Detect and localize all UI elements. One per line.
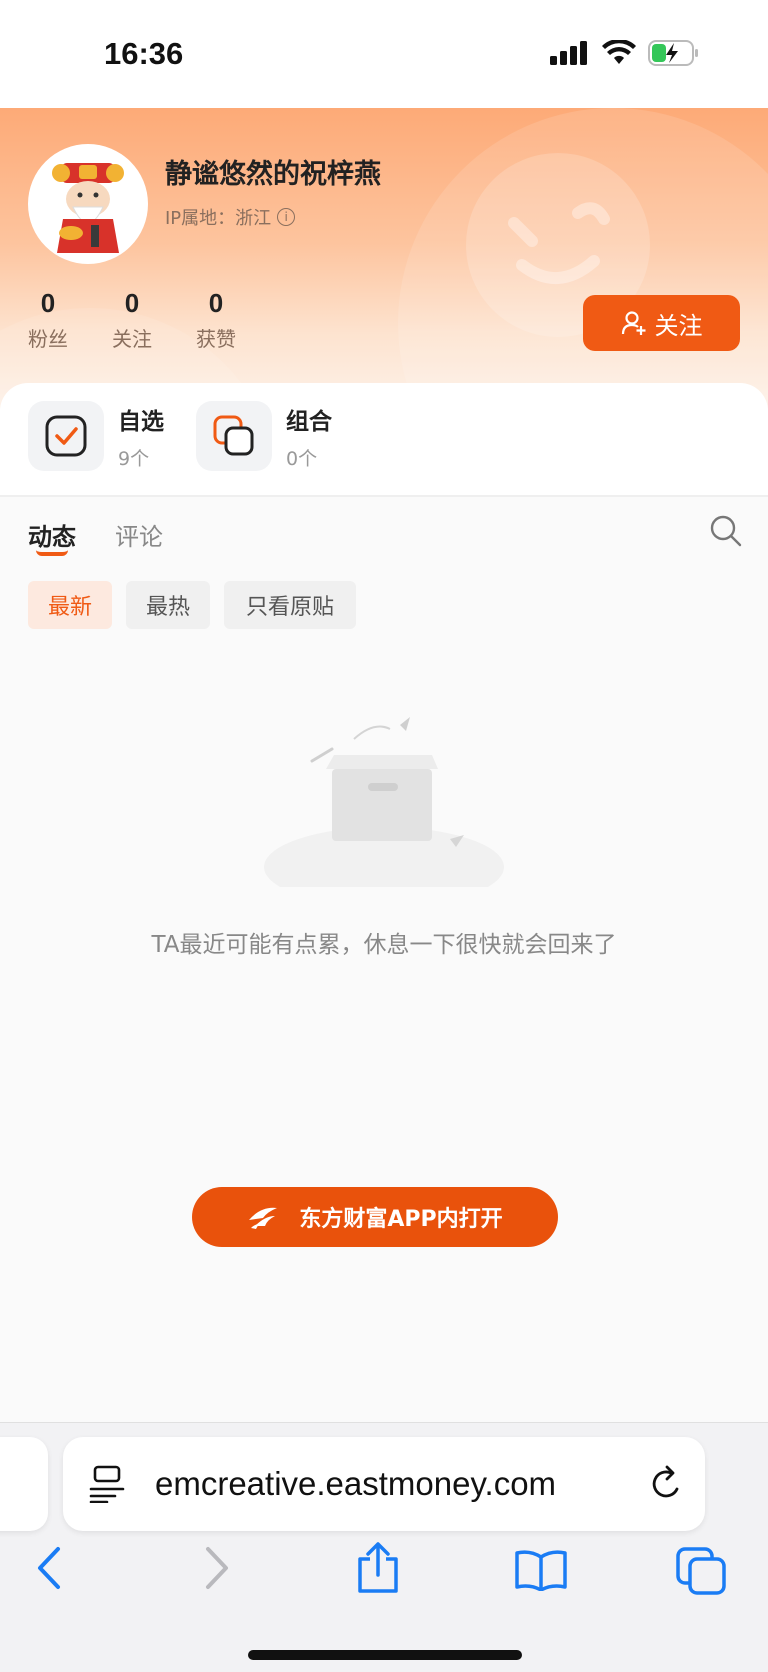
card-title: 组合 [286,408,332,435]
status-bar: 16:36 [0,0,768,108]
shortcut-card: 自选 9个 组合 0个 [0,383,768,495]
cellular-signal-icon [550,41,587,65]
url-text: emcreative.eastmoney.com [155,1465,557,1502]
previous-tab-peek[interactable] [0,1437,48,1531]
home-indicator [248,1650,522,1660]
reload-icon[interactable] [649,1465,685,1503]
tab-posts[interactable]: 动态 [28,517,76,552]
stat-following[interactable]: 0 关注 [97,288,167,352]
stat-label: 关注 [112,327,152,351]
stat-fans[interactable]: 0 粉丝 [13,288,83,352]
tab-comments[interactable]: 评论 [115,517,163,552]
stat-value: 0 [208,288,224,318]
ip-location-row: IP属地：浙江 i [165,204,296,230]
filter-original-only[interactable]: 只看原贴 [224,581,356,629]
card-count: 0个 [286,447,318,470]
stat-label: 获赞 [196,327,236,351]
watchlist-icon [28,401,104,471]
wifi-icon [602,40,636,64]
watchlist-entry[interactable]: 自选 9个 [28,401,164,471]
status-icons [550,40,700,66]
follow-label: 关注 [654,311,703,340]
avatar[interactable] [28,144,148,264]
info-icon[interactable]: i [277,208,296,226]
card-title: 自选 [118,408,164,435]
content-area: 动态 评论 最新 最热 只看原贴 TA最近可能有点累，休息一下很快就会回来了 [0,497,768,1417]
portfolio-entry[interactable]: 组合 0个 [196,401,332,471]
ip-location: IP属地：浙江 [165,208,272,229]
address-bar[interactable]: emcreative.eastmoney.com [63,1437,705,1531]
open-in-app-button[interactable]: 东方财富APP内打开 [192,1187,558,1247]
share-icon[interactable] [356,1541,400,1593]
add-user-icon [621,311,645,335]
caishen-avatar-icon [52,163,124,253]
profile-header: 静谧悠然的祝梓燕 IP属地：浙江 i 0 粉丝 0 关注 0 获赞 关注 [0,108,768,408]
stat-value: 0 [40,288,56,318]
browser-toolbar: emcreative.eastmoney.com [0,1422,768,1672]
empty-state-message: TA最近可能有点累，休息一下很快就会回来了 [151,932,617,958]
follow-button[interactable]: 关注 [583,295,740,351]
open-in-app-label: 东方财富APP内打开 [299,1207,503,1232]
empty-box-illustration [264,717,504,887]
tab-active-indicator [36,550,68,556]
reader-mode-icon[interactable] [89,1465,125,1503]
eastmoney-logo-icon [249,1207,278,1229]
stat-likes[interactable]: 0 获赞 [181,288,251,352]
filter-latest[interactable]: 最新 [28,581,112,629]
tabs-icon[interactable] [676,1547,726,1595]
stat-label: 粉丝 [28,327,68,351]
status-time: 16:36 [104,36,184,71]
battery-charging-icon [648,40,698,66]
bookmarks-icon[interactable] [514,1549,568,1591]
portfolio-icon [196,401,272,471]
forward-icon[interactable] [200,1545,232,1591]
search-icon[interactable] [708,513,744,549]
card-count: 9个 [118,447,150,470]
filter-hottest[interactable]: 最热 [126,581,210,629]
username: 静谧悠然的祝梓燕 [165,159,381,190]
stat-value: 0 [124,288,140,318]
back-icon[interactable] [34,1545,66,1591]
